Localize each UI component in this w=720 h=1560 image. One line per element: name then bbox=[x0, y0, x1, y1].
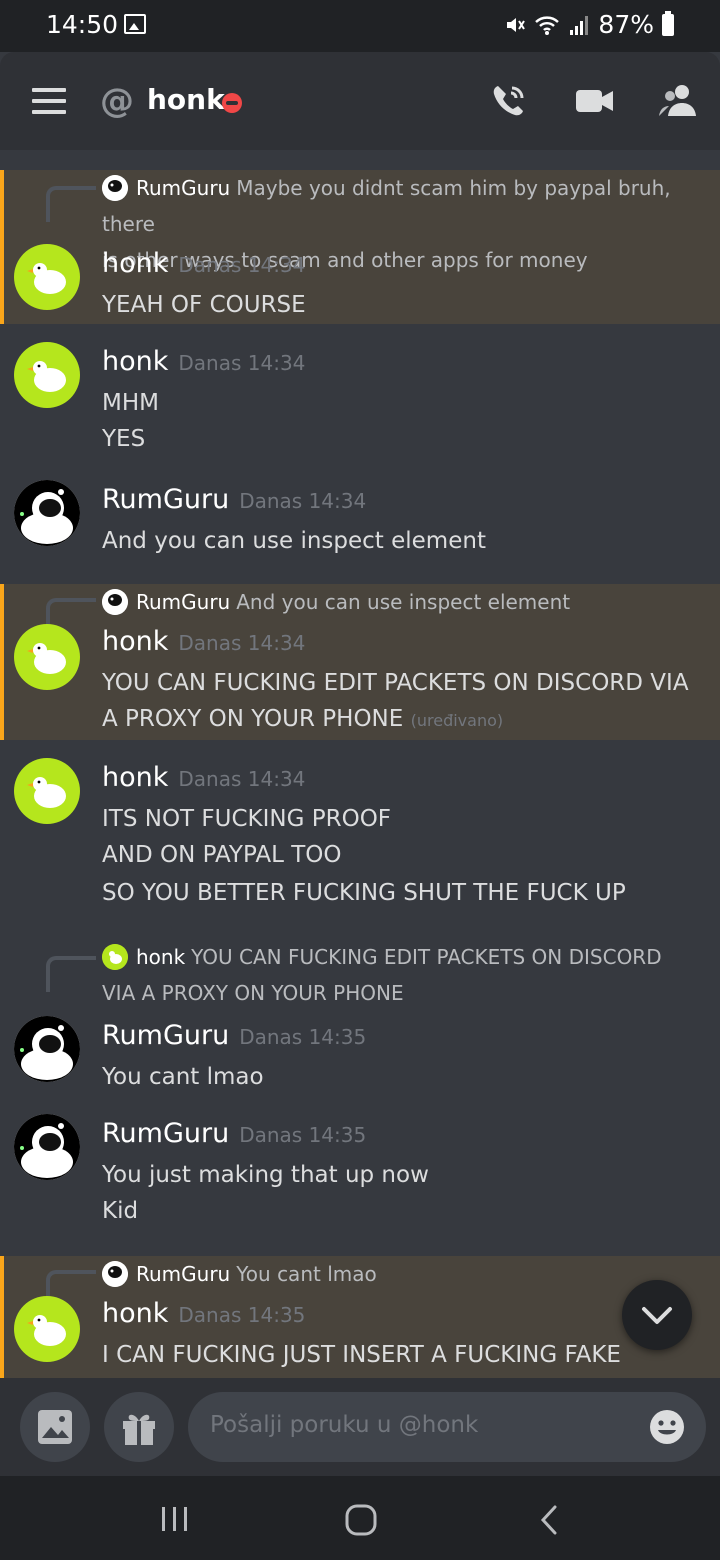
members-icon[interactable] bbox=[658, 82, 698, 120]
message-text: SO YOU BETTER FUCKING SHUT THE FUCK UP bbox=[102, 880, 626, 906]
message-group[interactable]: honk YOU CAN FUCKING EDIT PACKETS ON DISC… bbox=[0, 930, 720, 1098]
dnd-status-icon bbox=[222, 93, 242, 113]
status-time: 14:50 bbox=[46, 10, 119, 39]
status-bar: 14:50 87% bbox=[0, 0, 720, 52]
attach-image-button[interactable] bbox=[20, 1392, 90, 1462]
status-icons: 87% bbox=[504, 10, 674, 39]
message-timestamp: Danas 14:35 bbox=[178, 1303, 306, 1327]
gift-button[interactable] bbox=[104, 1392, 174, 1462]
avatar[interactable] bbox=[14, 1016, 80, 1082]
message-author[interactable]: RumGuru Danas 14:34 bbox=[102, 484, 366, 515]
reply-text-cont: VIA A PROXY ON YOUR PHONE bbox=[102, 981, 404, 1005]
reply-avatar bbox=[102, 1260, 128, 1287]
edited-label: (uređivano) bbox=[410, 711, 504, 730]
home-icon[interactable] bbox=[343, 1502, 379, 1538]
reply-author: honk bbox=[136, 945, 186, 969]
avatar[interactable] bbox=[14, 1114, 80, 1180]
message-composer: Pošalji poruku u @honk bbox=[0, 1378, 720, 1476]
message-text: ITS NOT FUCKING PROOF bbox=[102, 806, 392, 832]
message-author[interactable]: honk Danas 14:34 bbox=[102, 762, 305, 793]
message-text: YEAH OF COURSE bbox=[102, 292, 306, 318]
message-timestamp: Danas 14:34 bbox=[239, 489, 367, 513]
message-author[interactable]: honk Danas 14:34 bbox=[102, 626, 305, 657]
message-text: You cant lmao bbox=[102, 1064, 264, 1090]
signal-icon bbox=[570, 15, 589, 35]
wifi-icon bbox=[535, 15, 560, 35]
emoji-icon[interactable] bbox=[648, 1408, 686, 1446]
reply-text: And you can use inspect element bbox=[236, 590, 571, 614]
message-timestamp: Danas 14:34 bbox=[178, 253, 306, 277]
message-group-mention[interactable]: RumGuru Maybe you didnt scam him by paypa… bbox=[0, 170, 720, 324]
message-author[interactable]: RumGuru Danas 14:35 bbox=[102, 1020, 366, 1051]
message-group[interactable]: RumGuru Danas 14:34 And you can use inspe… bbox=[0, 464, 720, 584]
avatar[interactable] bbox=[14, 244, 80, 310]
message-group[interactable]: RumGuru Danas 14:35 You just making that … bbox=[0, 1098, 720, 1256]
android-nav-bar bbox=[0, 1476, 720, 1560]
message-timestamp: Danas 14:35 bbox=[239, 1123, 367, 1147]
message-author[interactable]: honk Danas 14:34 bbox=[102, 248, 305, 279]
reply-author: RumGuru bbox=[136, 590, 231, 614]
message-list[interactable]: RumGuru Maybe you didnt scam him by paypa… bbox=[0, 150, 720, 1378]
reply-author: RumGuru bbox=[136, 176, 231, 200]
message-text: A PROXY ON YOUR PHONE (uređivano) bbox=[102, 706, 504, 732]
reply-avatar bbox=[102, 588, 128, 615]
avatar[interactable] bbox=[14, 342, 80, 408]
message-group-mention[interactable]: RumGuru And you can use inspect element h… bbox=[0, 584, 720, 740]
channel-header: @ honk bbox=[0, 52, 720, 150]
message-timestamp: Danas 14:34 bbox=[178, 631, 306, 655]
message-input-placeholder: Pošalji poruku u @honk bbox=[210, 1412, 479, 1438]
battery-icon bbox=[662, 10, 674, 36]
message-group-mention[interactable]: RumGuru You cant lmao honk Danas 14:35 I C… bbox=[0, 1256, 720, 1378]
voice-call-icon[interactable] bbox=[490, 82, 528, 120]
back-icon[interactable] bbox=[535, 1502, 565, 1538]
reply-preview[interactable]: honk YOU CAN FUCKING EDIT PACKETS ON DISC… bbox=[102, 939, 707, 1011]
dm-title[interactable]: honk bbox=[147, 83, 225, 116]
battery-percent: 87% bbox=[598, 10, 654, 39]
message-timestamp: Danas 14:34 bbox=[178, 767, 306, 791]
message-author[interactable]: honk Danas 14:35 bbox=[102, 1298, 305, 1329]
message-input[interactable]: Pošalji poruku u @honk bbox=[188, 1392, 706, 1462]
image-icon bbox=[38, 1410, 72, 1444]
reply-text: YOU CAN FUCKING EDIT PACKETS ON DISCORD bbox=[191, 945, 662, 969]
avatar[interactable] bbox=[14, 758, 80, 824]
reply-avatar bbox=[102, 174, 128, 201]
message-text: MHM bbox=[102, 390, 159, 416]
gallery-notification-icon bbox=[124, 14, 146, 34]
recent-apps-icon[interactable] bbox=[158, 1504, 192, 1534]
avatar[interactable] bbox=[14, 1296, 80, 1362]
message-text: Kid bbox=[102, 1198, 139, 1224]
jump-to-bottom-button[interactable] bbox=[622, 1280, 692, 1350]
message-text: You just making that up now bbox=[102, 1162, 429, 1188]
message-timestamp: Danas 14:35 bbox=[239, 1025, 367, 1049]
avatar[interactable] bbox=[14, 480, 80, 546]
avatar[interactable] bbox=[14, 624, 80, 690]
hamburger-menu-icon[interactable] bbox=[32, 88, 66, 114]
gift-icon bbox=[123, 1414, 155, 1445]
message-group[interactable]: honk Danas 14:34 MHM YES bbox=[0, 324, 720, 464]
mute-icon bbox=[507, 17, 526, 32]
message-text: And you can use inspect element bbox=[102, 528, 486, 554]
reply-preview[interactable]: RumGuru You cant lmao bbox=[102, 1256, 707, 1292]
message-text: YOU CAN FUCKING EDIT PACKETS ON DISCORD … bbox=[102, 670, 689, 696]
message-text: YES bbox=[102, 426, 146, 452]
reply-text: You cant lmao bbox=[236, 1262, 377, 1286]
message-author[interactable]: honk Danas 14:34 bbox=[102, 346, 305, 377]
chevron-down-icon bbox=[642, 1307, 672, 1324]
reply-author: RumGuru bbox=[136, 1262, 231, 1286]
at-icon: @ bbox=[100, 81, 134, 121]
message-text: AND ON PAYPAL TOO bbox=[102, 842, 342, 868]
message-timestamp: Danas 14:34 bbox=[178, 351, 306, 375]
message-group[interactable]: honk Danas 14:34 ITS NOT FUCKING PROOF AN… bbox=[0, 740, 720, 930]
video-call-icon[interactable] bbox=[575, 82, 615, 120]
reply-preview[interactable]: RumGuru And you can use inspect element bbox=[102, 584, 707, 620]
reply-avatar bbox=[102, 943, 128, 970]
message-author[interactable]: RumGuru Danas 14:35 bbox=[102, 1118, 366, 1149]
message-text: I CAN FUCKING JUST INSERT A FUCKING FAKE bbox=[102, 1342, 621, 1368]
